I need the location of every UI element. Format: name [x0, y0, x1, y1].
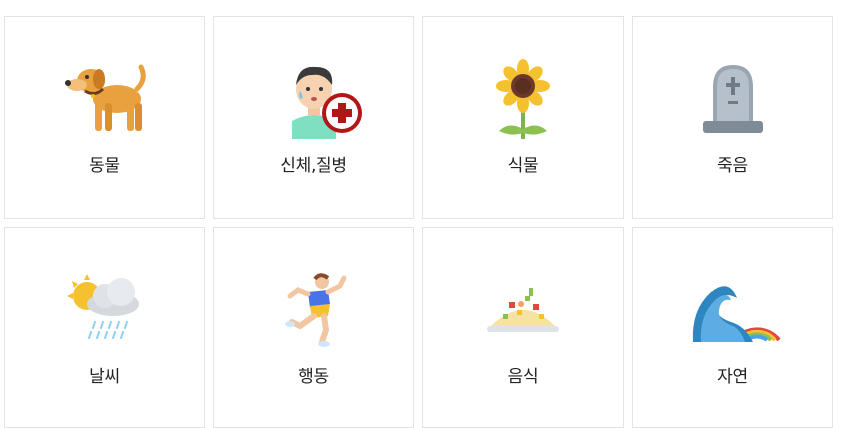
category-label: 음식 — [507, 367, 539, 387]
category-card-nature[interactable]: 자연 — [632, 227, 833, 428]
category-card-food[interactable]: 음식 — [422, 227, 624, 428]
category-label: 자연 — [717, 367, 748, 387]
dog-icon — [55, 59, 155, 139]
wave-rainbow-icon — [683, 270, 783, 350]
sunflower-icon — [473, 59, 573, 139]
weather-icon — [55, 270, 155, 350]
tombstone-icon — [683, 59, 783, 139]
category-card-animal[interactable]: 동물 — [4, 16, 205, 219]
category-card-plant[interactable]: 식물 — [422, 16, 624, 219]
category-grid: 동물 신체,질병 식물 죽음 날씨 행동 음식 자연 — [0, 0, 850, 428]
category-label: 식물 — [507, 156, 539, 176]
sick-person-icon — [264, 59, 364, 139]
category-card-body-disease[interactable]: 신체,질병 — [213, 16, 414, 219]
food-dish-icon — [473, 270, 573, 350]
running-person-icon — [264, 270, 364, 350]
category-label: 날씨 — [89, 367, 120, 387]
category-card-weather[interactable]: 날씨 — [4, 227, 205, 428]
category-label: 행동 — [298, 367, 329, 387]
category-label: 죽음 — [717, 156, 748, 176]
category-label: 동물 — [89, 156, 120, 176]
category-card-action[interactable]: 행동 — [213, 227, 414, 428]
category-label: 신체,질병 — [280, 156, 347, 176]
category-card-death[interactable]: 죽음 — [632, 16, 833, 219]
